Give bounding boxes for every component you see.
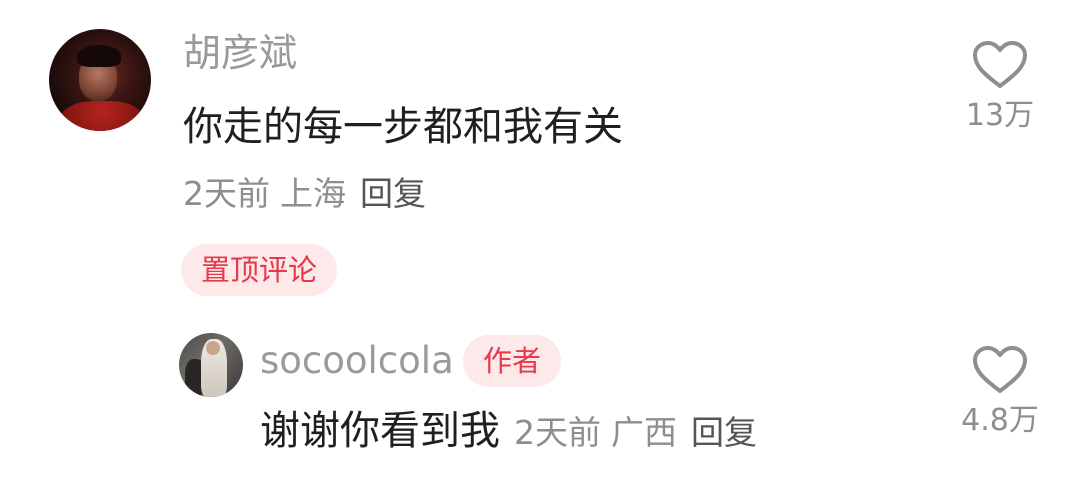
reply-avatar[interactable]: [179, 333, 243, 397]
reply-time: 2天前: [514, 413, 601, 452]
heart-outline-icon[interactable]: [972, 345, 1028, 395]
comment-meta: 2天前 上海 回复: [183, 172, 426, 216]
reply-meta: 2天前 广西 回复: [514, 413, 757, 452]
author-badge: 作者: [463, 335, 562, 387]
avatar-hair-shape: [77, 45, 121, 67]
reply-like-count: 4.8万: [961, 403, 1039, 438]
reply-text-line: 谢谢你看到我 2天前 广西 回复: [260, 406, 757, 458]
avatar-body-shape: [59, 101, 145, 131]
like-count: 13万: [965, 98, 1035, 133]
reply-text[interactable]: 谢谢你看到我: [260, 408, 500, 454]
reply-like-button[interactable]: 4.8万: [956, 345, 1044, 439]
avatar[interactable]: [49, 29, 151, 131]
like-button[interactable]: 13万: [960, 40, 1040, 134]
reply-location: 广西: [611, 413, 677, 452]
comment-username[interactable]: 胡彦斌: [183, 30, 297, 76]
pinned-badge: 置顶评论: [181, 244, 338, 296]
comment-time: 2天前: [183, 174, 270, 213]
heart-outline-icon[interactable]: [972, 40, 1028, 90]
comment-text[interactable]: 你走的每一步都和我有关: [183, 102, 623, 152]
reply-reply-button[interactable]: 回复: [691, 413, 757, 452]
reply-username[interactable]: socoolcola: [260, 338, 454, 384]
reply-button[interactable]: 回复: [360, 174, 426, 213]
avatar-head-shape: [206, 341, 220, 355]
comment-location: 上海: [280, 174, 346, 213]
